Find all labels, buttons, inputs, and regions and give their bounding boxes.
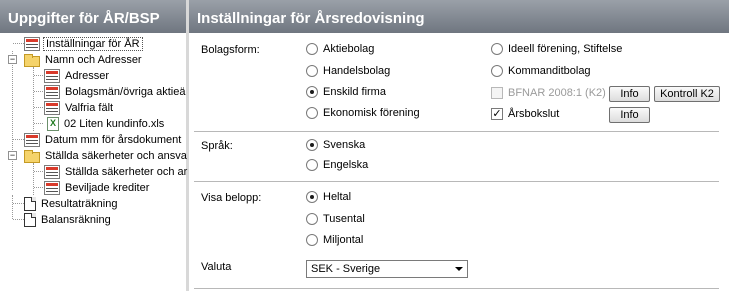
- document-icon: [24, 213, 36, 227]
- sprak-label: Språk:: [201, 140, 233, 152]
- radio-indicator: [306, 65, 318, 77]
- tree-item-beviljade-krediter[interactable]: Beviljade krediter: [44, 180, 151, 196]
- tree-item-stallda-sakerheter[interactable]: Ställda säkerheter och ansva: [24, 148, 189, 164]
- checkbox-indicator: [491, 87, 503, 99]
- form-icon: [44, 181, 60, 195]
- radio-indicator: [306, 191, 318, 203]
- checkmark-icon: ✓: [491, 108, 503, 120]
- radio-indicator: [306, 43, 318, 55]
- settings-pane: Bolagsform: Aktiebolag Handelsbolag Ensk…: [189, 33, 729, 291]
- tree-item-datum[interactable]: Datum mm för årsdokument: [24, 132, 183, 148]
- radio-ideell-forening[interactable]: Ideell förening, Stiftelse: [491, 43, 622, 55]
- radio-engelska[interactable]: Engelska: [306, 159, 368, 171]
- checkbox-arsbokslut[interactable]: ✓ Årsbokslut: [491, 108, 559, 120]
- bolagsform-label: Bolagsform:: [201, 44, 260, 56]
- radio-indicator: [306, 107, 318, 119]
- tree-item-balansrakning[interactable]: Balansräkning: [24, 212, 113, 228]
- radio-enskild-firma[interactable]: Enskild firma: [306, 86, 386, 98]
- collapse-toggle-stallda[interactable]: −: [8, 151, 17, 160]
- valuta-label: Valuta: [201, 261, 232, 273]
- valuta-select[interactable]: SEK - Sverige: [306, 260, 468, 278]
- collapse-toggle-namn[interactable]: −: [8, 55, 17, 64]
- radio-indicator: [491, 43, 503, 55]
- tree-item-namn-och-adresser[interactable]: Namn och Adresser: [24, 52, 144, 68]
- radio-handelsbolag[interactable]: Handelsbolag: [306, 65, 390, 77]
- tree-item-installningar[interactable]: Inställningar för ÅR: [24, 36, 143, 52]
- section-divider: [194, 131, 719, 132]
- radio-kommanditbolag[interactable]: Kommanditbolag: [491, 65, 591, 77]
- radio-tusental[interactable]: Tusental: [306, 213, 365, 225]
- tree-item-kundinfo-xls[interactable]: 02 Liten kundinfo.xls: [47, 116, 166, 132]
- radio-indicator: [306, 86, 318, 98]
- tree-item-adresser[interactable]: Adresser: [44, 68, 111, 84]
- folder-icon: [24, 149, 40, 163]
- radio-aktiebolag[interactable]: Aktiebolag: [306, 43, 374, 55]
- radio-heltal[interactable]: Heltal: [306, 191, 351, 203]
- form-icon: [44, 165, 60, 179]
- radio-ekonomisk-forening[interactable]: Ekonomisk förening: [306, 107, 420, 119]
- section-divider: [194, 181, 719, 182]
- folder-icon: [24, 53, 40, 67]
- radio-indicator: [306, 159, 318, 171]
- info-button[interactable]: Info: [609, 86, 650, 102]
- chevron-down-icon: [455, 267, 463, 271]
- form-icon: [44, 85, 60, 99]
- tree-item-resultatrakning[interactable]: Resultaträkning: [24, 196, 119, 212]
- excel-file-icon: [47, 117, 59, 131]
- kontroll-k2-button[interactable]: Kontroll K2: [654, 86, 720, 102]
- visa-belopp-label: Visa belopp:: [201, 192, 262, 204]
- right-panel-header: Inställningar för Årsredovisning: [189, 0, 729, 33]
- checkbox-bfnar[interactable]: BFNAR 2008:1 (K2): [491, 87, 606, 99]
- form-icon: [24, 133, 40, 147]
- tree-item-valfria-falt[interactable]: Valfria fält: [44, 100, 115, 116]
- left-panel-header: Uppgifter för ÅR/BSP: [0, 0, 186, 33]
- radio-indicator: [306, 139, 318, 151]
- section-divider: [194, 288, 719, 289]
- tree-item-stallda-sakerheter-sub[interactable]: Ställda säkerheter och ar: [44, 164, 189, 180]
- tree-item-bolagsman[interactable]: Bolagsmän/övriga aktieä: [44, 84, 187, 100]
- radio-svenska[interactable]: Svenska: [306, 139, 365, 151]
- info-button-2[interactable]: Info: [609, 107, 650, 123]
- navigation-tree: − − Inställningar för ÅR Namn och Adress…: [0, 33, 189, 291]
- radio-indicator: [491, 65, 503, 77]
- radio-miljontal[interactable]: Miljontal: [306, 234, 363, 246]
- radio-indicator: [306, 234, 318, 246]
- form-icon: [44, 69, 60, 83]
- form-icon: [44, 101, 60, 115]
- radio-indicator: [306, 213, 318, 225]
- document-icon: [24, 197, 36, 211]
- form-icon: [24, 37, 40, 51]
